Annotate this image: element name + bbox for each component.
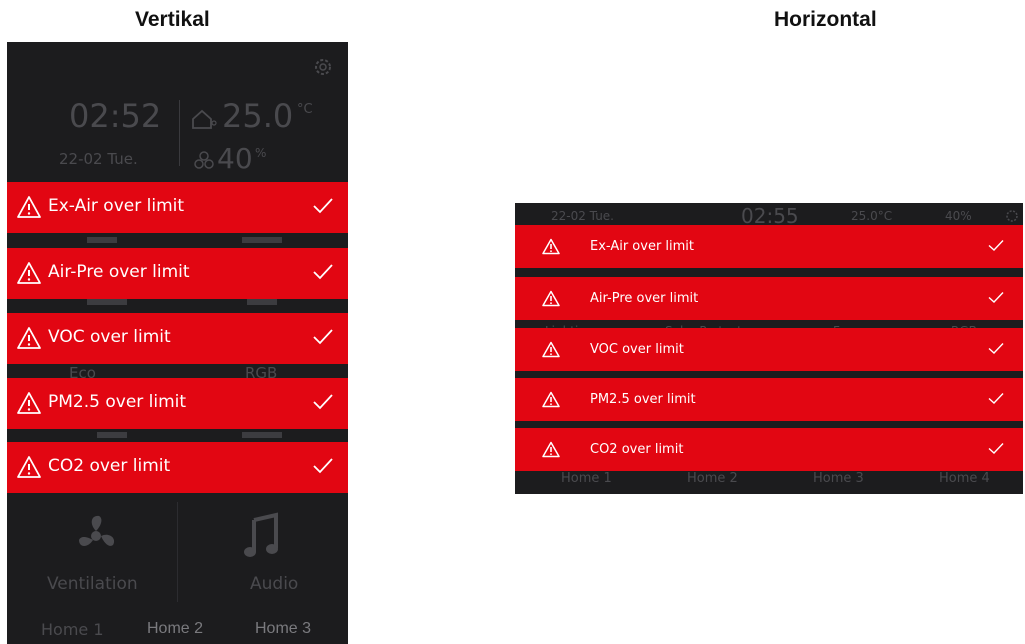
warning-icon (542, 341, 560, 363)
warning-icon (542, 441, 560, 463)
alert-bar: CO2 over limit (515, 428, 1023, 471)
tile-ventilation-label[interactable]: Ventilation (47, 574, 138, 594)
clock-date: 22-02 Tue. (551, 209, 614, 223)
alert-bar: VOC over limit (515, 328, 1023, 371)
check-icon[interactable] (988, 442, 1004, 460)
alert-label: PM2.5 over limit (48, 392, 187, 412)
check-icon[interactable] (988, 239, 1004, 257)
alert-label: Air-Pre over limit (48, 262, 190, 282)
horizontal-heading: Horizontal (774, 8, 877, 31)
warning-icon (16, 261, 42, 290)
tile-audio-label[interactable]: Audio (250, 574, 298, 594)
tab-home-1[interactable]: Home 1 (41, 620, 104, 639)
alert-label: CO2 over limit (590, 442, 684, 457)
temperature-value: 25.0°C (851, 209, 893, 223)
tab-home-3[interactable]: Home 3 (255, 620, 311, 638)
humidity-unit: % (255, 146, 267, 160)
check-icon[interactable] (312, 393, 334, 416)
humidity-icon (193, 150, 215, 175)
check-icon[interactable] (312, 328, 334, 351)
tab-home-4[interactable]: Home 4 (939, 471, 990, 486)
clock-date: 22-02 Tue. (59, 150, 138, 168)
alert-bar: Air-Pre over limit (515, 277, 1023, 320)
warning-icon (542, 290, 560, 312)
tab-home-1[interactable]: Home 1 (561, 471, 612, 486)
music-note-icon[interactable] (242, 512, 282, 565)
check-icon[interactable] (312, 457, 334, 480)
warning-icon (542, 238, 560, 260)
check-icon[interactable] (312, 197, 334, 220)
check-icon[interactable] (988, 392, 1004, 410)
tab-home-3[interactable]: Home 3 (813, 471, 864, 486)
tile-hint (242, 432, 282, 438)
humidity-value: 40% (945, 209, 972, 223)
horizontal-panel-screen: 22-02 Tue. 02:55 25.0°C 40% Lighting Sol… (515, 203, 1023, 494)
tile-hint (97, 432, 127, 438)
warning-icon (16, 391, 42, 420)
temperature-unit: °C (297, 102, 313, 117)
warning-icon (16, 195, 42, 224)
warning-icon (16, 455, 42, 484)
alert-label: VOC over limit (590, 342, 684, 357)
tile-hint (87, 299, 127, 305)
tile-hint (242, 237, 282, 243)
vertical-heading: Vertikal (135, 8, 210, 31)
alert-bar: PM2.5 over limit (7, 378, 348, 429)
fan-icon[interactable] (71, 512, 121, 565)
alert-bar: Ex-Air over limit (515, 225, 1023, 268)
tile-divider (177, 502, 178, 602)
alert-bar: Air-Pre over limit (7, 248, 348, 299)
alert-label: Air-Pre over limit (590, 291, 699, 306)
alert-label: Ex-Air over limit (48, 196, 185, 216)
tab-home-2[interactable]: Home 2 (687, 471, 738, 486)
humidity-value: 40 (217, 142, 253, 175)
tile-hint (87, 237, 117, 243)
house-icon (191, 108, 217, 135)
gear-icon[interactable] (312, 56, 334, 83)
warning-icon (16, 326, 42, 355)
alert-bar: VOC over limit (7, 313, 348, 364)
tab-home-2[interactable]: Home 2 (147, 620, 203, 638)
clock-time: 02:52 (69, 97, 162, 135)
alert-label: Ex-Air over limit (590, 239, 695, 254)
warning-icon (542, 391, 560, 413)
alert-label: CO2 over limit (48, 456, 171, 476)
alert-label: VOC over limit (48, 327, 171, 347)
temperature-value: 25.0 (222, 97, 294, 135)
check-icon[interactable] (988, 342, 1004, 360)
tile-hint (247, 299, 277, 305)
alert-bar: Ex-Air over limit (7, 182, 348, 233)
alert-bar: PM2.5 over limit (515, 378, 1023, 421)
alert-bar: CO2 over limit (7, 442, 348, 493)
status-divider (179, 100, 180, 166)
check-icon[interactable] (988, 291, 1004, 309)
vertical-panel-screen: 02:52 22-02 Tue. 25.0 °C 40 % Eco RGB Ve… (7, 42, 348, 644)
alert-label: PM2.5 over limit (590, 392, 696, 407)
check-icon[interactable] (312, 263, 334, 286)
